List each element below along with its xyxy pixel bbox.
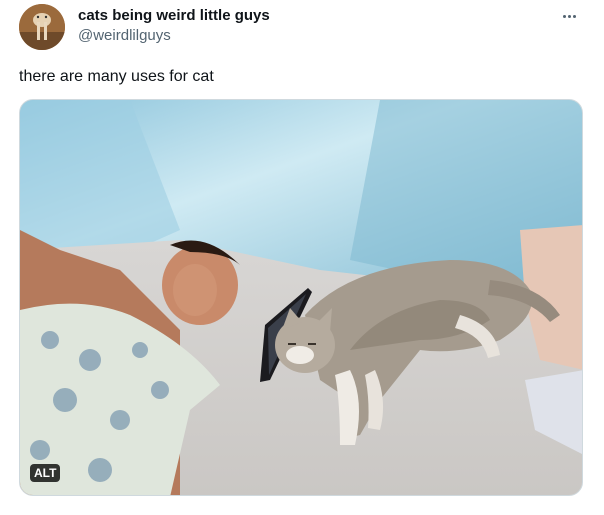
author-info: cats being weird little guys @weirdlilgu… — [78, 7, 270, 45]
photo-cat-on-phone — [20, 100, 582, 495]
more-options-button[interactable] — [556, 6, 582, 26]
tweet-media-photo[interactable] — [19, 99, 583, 496]
more-dot — [572, 14, 576, 18]
alt-text-badge[interactable]: ALT — [30, 464, 61, 482]
more-horizontal-icon — [562, 14, 566, 18]
author-avatar[interactable] — [19, 4, 65, 50]
tweet-text: there are many uses for cat — [19, 68, 214, 85]
tweet[interactable]: cats being weird little guys @weirdlilgu… — [0, 0, 604, 515]
author-display-name[interactable]: cats being weird little guys — [78, 7, 270, 25]
avatar-image — [19, 4, 65, 50]
more-dot — [567, 14, 571, 18]
author-handle[interactable]: @weirdlilguys — [78, 27, 270, 45]
